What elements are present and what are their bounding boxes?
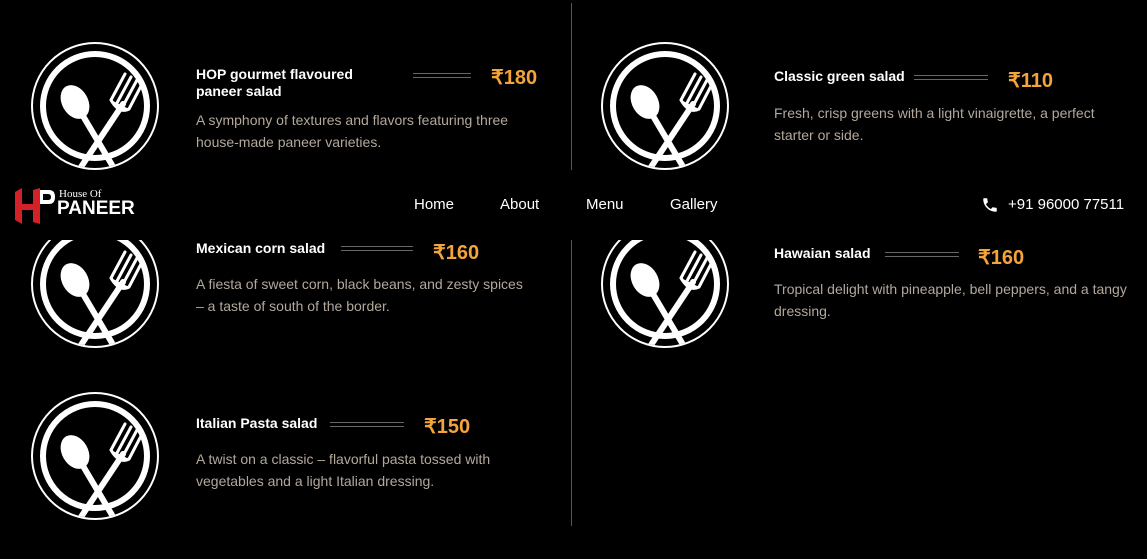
item-description: Tropical delight with pineapple, bell pe… (774, 281, 1127, 319)
title-rule (413, 73, 471, 78)
item-description: A fiesta of sweet corn, black beans, and… (196, 276, 523, 314)
title-rule (341, 246, 413, 251)
divider-bottom (571, 240, 572, 526)
title-rule (885, 252, 959, 257)
item-title: HOP gourmet flavoured paneer salad (196, 66, 353, 99)
item-description: A twist on a classic – flavorful pasta t… (196, 451, 491, 489)
item-price: ₹180 (491, 67, 538, 89)
spoon-fork-plate-icon (601, 42, 729, 170)
spoon-fork-plate-icon (31, 392, 159, 520)
item-title: Italian Pasta salad (196, 415, 318, 431)
phone-icon (983, 198, 997, 212)
item-description: A symphony of textures and flavors featu… (196, 112, 509, 150)
item-title: Mexican corn salad (196, 240, 326, 256)
nav-link-home[interactable]: Home (414, 196, 454, 214)
title-rule (330, 422, 404, 427)
nav-link-about[interactable]: About (500, 196, 539, 214)
item-title: Classic green salad (774, 68, 905, 84)
item-price: ₹160 (978, 247, 1025, 269)
divider-top (571, 3, 572, 170)
item-price: ₹160 (433, 242, 480, 264)
navbar: House Of PANEER Home About Menu Gallery … (0, 170, 1147, 240)
item-description: Fresh, crisp greens with a light vinaigr… (774, 105, 1095, 143)
logo-text-big: PANEER (57, 198, 135, 219)
brand-logo[interactable]: House Of PANEER (13, 186, 135, 226)
item-title: Hawaian salad (774, 245, 871, 261)
spoon-fork-plate-icon (31, 42, 159, 170)
phone-number: +91 96000 77511 (1008, 196, 1125, 213)
nav-link-menu[interactable]: Menu (586, 196, 624, 214)
item-price: ₹110 (1008, 70, 1053, 92)
nav-link-gallery[interactable]: Gallery (670, 196, 718, 214)
item-price: ₹150 (424, 416, 471, 438)
title-rule (914, 75, 988, 80)
logo-mark-icon (15, 188, 55, 224)
